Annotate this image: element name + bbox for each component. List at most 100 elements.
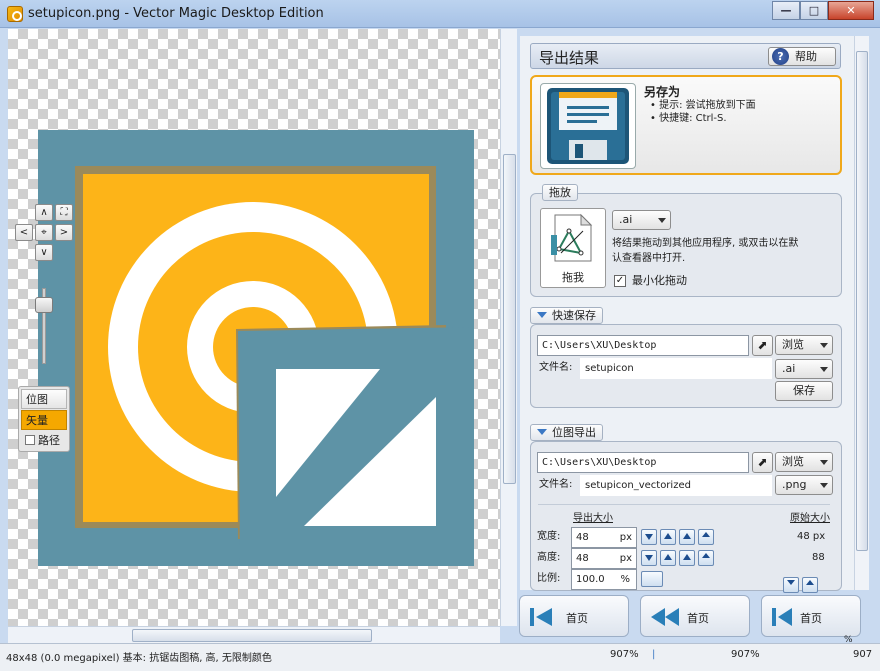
save-as-title: 另存为 bbox=[644, 85, 681, 99]
height-unit: px bbox=[619, 553, 632, 564]
nav-back-button[interactable]: 首页 bbox=[640, 595, 750, 637]
view-mode-selector: 位图 矢量 路径 bbox=[18, 386, 70, 452]
bitmap-export-format-value: .png bbox=[782, 478, 807, 491]
drag-tab: 拖放 bbox=[542, 184, 578, 201]
canvas-horizontal-scrollbar[interactable] bbox=[8, 626, 500, 643]
browse-label: 浏览 bbox=[782, 338, 804, 351]
minimize-drag-checkbox[interactable]: ✓ bbox=[614, 275, 626, 287]
scale-double-up-button[interactable] bbox=[802, 577, 818, 593]
title-bar: setupicon.png - Vector Magic Desktop Edi… bbox=[0, 0, 880, 28]
canvas-vertical-scrollbar[interactable] bbox=[500, 29, 517, 626]
quick-save-save-button[interactable]: 保存 bbox=[775, 381, 833, 401]
height-double-up-button[interactable] bbox=[679, 550, 695, 566]
quick-save-tab[interactable]: 快速保存 bbox=[530, 307, 603, 324]
panel-title: 导出结果 bbox=[539, 49, 600, 67]
drag-format-select[interactable]: .ai bbox=[612, 210, 671, 230]
original-width-value: 48 px bbox=[797, 531, 826, 542]
document-icon bbox=[551, 213, 593, 262]
width-decrease-button[interactable] bbox=[641, 529, 657, 545]
drag-description-2: 认查看器中打开. bbox=[612, 253, 686, 264]
height-label: 高度: bbox=[537, 552, 561, 563]
window-controls: — □ ✕ bbox=[772, 1, 874, 20]
bitmap-export-tab-label: 位图导出 bbox=[552, 426, 596, 439]
scale-unit: % bbox=[620, 574, 630, 585]
chevron-down-icon bbox=[820, 483, 828, 488]
width-input[interactable]: 48 px bbox=[571, 527, 637, 548]
skip-back-icon bbox=[530, 608, 552, 626]
original-size-heading: 原始大小 bbox=[790, 513, 830, 524]
chevron-down-icon bbox=[658, 218, 666, 223]
drag-format-value: .ai bbox=[619, 213, 633, 226]
browse-label: 浏览 bbox=[782, 455, 804, 468]
bitmap-export-path-input[interactable]: C:\Users\XU\Desktop bbox=[537, 452, 749, 473]
nav-home-button[interactable]: 首页 bbox=[519, 595, 629, 637]
path-checkbox[interactable] bbox=[25, 435, 35, 445]
panel-scrollbar[interactable] bbox=[854, 36, 869, 590]
width-double-up-button[interactable] bbox=[679, 529, 695, 545]
zoom-slider-handle[interactable] bbox=[35, 297, 53, 313]
quick-save-path-input[interactable]: C:\Users\XU\Desktop bbox=[537, 335, 749, 356]
maximize-button[interactable]: □ bbox=[800, 1, 828, 20]
drag-source[interactable]: 拖我 bbox=[540, 208, 606, 288]
export-size-heading: 导出大小 bbox=[573, 513, 613, 524]
quick-save-tab-label: 快速保存 bbox=[552, 309, 596, 322]
height-increase-button[interactable] bbox=[660, 550, 676, 566]
save-as-tip: 提示: 尝试拖放到下面 bbox=[650, 99, 756, 112]
triangle-down-icon bbox=[537, 429, 547, 435]
status-zoom-left: 907% bbox=[610, 649, 639, 660]
save-as-box[interactable]: 另存为 提示: 尝试拖放到下面 快捷键: Ctrl-S. bbox=[530, 75, 842, 175]
scale-value: 100.0 bbox=[576, 574, 605, 585]
view-bitmap-option[interactable]: 位图 bbox=[21, 389, 67, 409]
original-height-value: 88 bbox=[812, 552, 825, 563]
height-decrease-button[interactable] bbox=[641, 550, 657, 566]
image-canvas[interactable] bbox=[8, 29, 500, 626]
fit-icon[interactable]: ⛶ bbox=[55, 204, 73, 221]
open-folder-icon[interactable]: ⬈ bbox=[752, 335, 773, 356]
bitmap-export-filename-label: 文件名: bbox=[539, 479, 573, 490]
scroll-thumb[interactable] bbox=[132, 629, 372, 642]
scale-reset-button[interactable] bbox=[641, 571, 663, 587]
nav-first-button[interactable]: 首页 bbox=[761, 595, 861, 637]
quick-save-filename-label: 文件名: bbox=[539, 362, 573, 373]
status-zoom-right: 907 bbox=[853, 649, 873, 660]
nav-back-label: 首页 bbox=[687, 612, 709, 625]
bitmap-export-browse-button[interactable]: 浏览 bbox=[775, 452, 833, 472]
status-bar: 48x48 (0.0 megapixel) 基本: 抗锯齿图稿, 高, 无限制颜… bbox=[0, 643, 880, 671]
quick-save-filename-input[interactable]: setupicon bbox=[580, 358, 772, 379]
open-folder-icon[interactable]: ⬈ bbox=[752, 452, 773, 473]
help-button[interactable]: ? 帮助 bbox=[768, 47, 836, 66]
quick-save-format-value: .ai bbox=[782, 362, 796, 375]
quick-save-format-select[interactable]: .ai bbox=[775, 359, 833, 379]
pan-left-button[interactable]: < bbox=[15, 224, 33, 241]
minimize-button[interactable]: — bbox=[772, 1, 800, 20]
scroll-thumb[interactable] bbox=[856, 51, 868, 551]
bitmap-export-filename-input[interactable]: setupicon_vectorized bbox=[580, 475, 772, 496]
width-increase-button[interactable] bbox=[660, 529, 676, 545]
height-max-button[interactable] bbox=[698, 550, 714, 566]
triangle-down-icon bbox=[537, 312, 547, 318]
width-value: 48 bbox=[576, 532, 589, 543]
pan-right-button[interactable]: > bbox=[55, 224, 73, 241]
quick-save-browse-button[interactable]: 浏览 bbox=[775, 335, 833, 355]
scale-input[interactable]: 100.0% bbox=[571, 569, 637, 590]
window-title: setupicon.png - Vector Magic Desktop Edi… bbox=[28, 6, 324, 21]
bitmap-export-tab[interactable]: 位图导出 bbox=[530, 424, 603, 441]
save-as-tip: 快捷键: Ctrl-S. bbox=[650, 112, 756, 125]
floppy-disk-icon bbox=[540, 83, 636, 169]
chevron-down-icon bbox=[820, 460, 828, 465]
height-input[interactable]: 48 px bbox=[571, 548, 637, 569]
close-button[interactable]: ✕ bbox=[828, 1, 874, 20]
pan-up-button[interactable]: ∧ bbox=[35, 204, 53, 221]
scale-double-down-button[interactable] bbox=[783, 577, 799, 593]
view-vector-option[interactable]: 矢量 bbox=[21, 410, 67, 430]
save-as-tips: 提示: 尝试拖放到下面 快捷键: Ctrl-S. bbox=[650, 99, 756, 125]
bitmap-export-format-select[interactable]: .png bbox=[775, 475, 833, 495]
pan-down-button[interactable]: ∨ bbox=[35, 244, 53, 261]
scroll-thumb[interactable] bbox=[503, 154, 516, 484]
center-icon[interactable]: ⌖ bbox=[35, 224, 53, 241]
view-path-option[interactable]: 路径 bbox=[21, 431, 67, 451]
nav-home-label: 首页 bbox=[566, 612, 588, 625]
help-label: 帮助 bbox=[795, 50, 817, 63]
skip-back-icon bbox=[772, 608, 792, 626]
width-max-button[interactable] bbox=[698, 529, 714, 545]
